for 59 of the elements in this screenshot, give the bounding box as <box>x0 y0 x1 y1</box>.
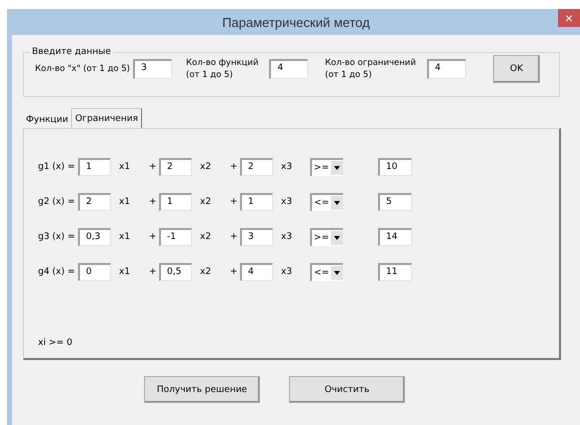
field-label: Кол-во функций (от 1 до 5) <box>186 57 258 81</box>
variable-label: x2 <box>199 232 212 242</box>
ok-button[interactable]: OK <box>493 55 540 83</box>
plus-sign: + <box>149 232 158 242</box>
variable-label: x3 <box>280 232 294 242</box>
close-button[interactable]: × <box>558 9 580 27</box>
coefficient-field[interactable]: 0 <box>78 263 111 281</box>
sign-dropdown[interactable]: >= <box>310 228 343 246</box>
variable-label: x3 <box>280 162 294 172</box>
field-label: Кол-во "x" (от 1 до 5) <box>35 63 130 75</box>
input-field[interactable]: 4 <box>269 59 308 79</box>
sign-dropdown[interactable]: <= <box>310 263 343 281</box>
window-title: Параметрический метод <box>222 14 370 30</box>
coefficient-field[interactable]: 0,5 <box>159 263 192 281</box>
plus-sign: + <box>149 267 158 277</box>
coefficient-field[interactable]: -1 <box>159 228 192 246</box>
constraint-note: xi >= 0 <box>38 338 74 348</box>
tab[interactable]: Функции <box>23 111 72 128</box>
variable-label: x3 <box>280 197 294 207</box>
input-field[interactable]: 4 <box>426 59 466 79</box>
variable-label: x3 <box>280 267 294 277</box>
coefficient-field[interactable]: 3 <box>240 228 273 246</box>
field-label: Кол-во ограничений (от 1 до 5) <box>325 57 416 81</box>
solve-button[interactable]: Получить решение <box>144 376 260 403</box>
constraint-label: g2 (x) = <box>38 197 76 207</box>
variable-label: x1 <box>118 162 132 172</box>
sign-dropdown[interactable]: >= <box>310 158 343 176</box>
coefficient-field[interactable]: 4 <box>240 263 273 281</box>
group-title: Введите данные <box>31 47 112 57</box>
variable-label: x2 <box>199 267 212 277</box>
input-field[interactable]: 3 <box>132 59 172 79</box>
coefficient-field[interactable]: 2 <box>159 158 192 176</box>
variable-label: x2 <box>199 197 212 207</box>
variable-label: x2 <box>199 162 212 172</box>
plus-sign: + <box>149 197 158 207</box>
variable-label: x1 <box>118 267 132 277</box>
rhs-field[interactable]: 5 <box>378 193 412 211</box>
plus-sign: + <box>149 162 158 172</box>
coefficient-field[interactable]: 1 <box>78 158 111 176</box>
variable-label: x1 <box>118 197 132 207</box>
sign-dropdown[interactable]: <= <box>310 193 343 211</box>
rhs-field[interactable]: 14 <box>378 228 412 246</box>
plus-sign: + <box>230 267 239 277</box>
coefficient-field[interactable]: 0,3 <box>78 228 111 246</box>
variable-label: x1 <box>118 232 132 242</box>
constraint-label: g1 (x) = <box>38 162 76 172</box>
plus-sign: + <box>230 162 239 172</box>
plus-sign: + <box>230 197 239 207</box>
tab[interactable]: Ограничения <box>71 108 142 128</box>
rhs-field[interactable]: 10 <box>378 158 412 176</box>
constraint-label: g4 (x) = <box>38 267 76 277</box>
constraint-label: g3 (x) = <box>38 232 76 242</box>
coefficient-field[interactable]: 1 <box>159 193 192 211</box>
coefficient-field[interactable]: 2 <box>240 158 273 176</box>
coefficient-field[interactable]: 2 <box>78 193 111 211</box>
plus-sign: + <box>230 232 239 242</box>
clear-button[interactable]: Очистить <box>289 376 405 403</box>
rhs-field[interactable]: 11 <box>378 263 412 281</box>
coefficient-field[interactable]: 1 <box>240 193 273 211</box>
